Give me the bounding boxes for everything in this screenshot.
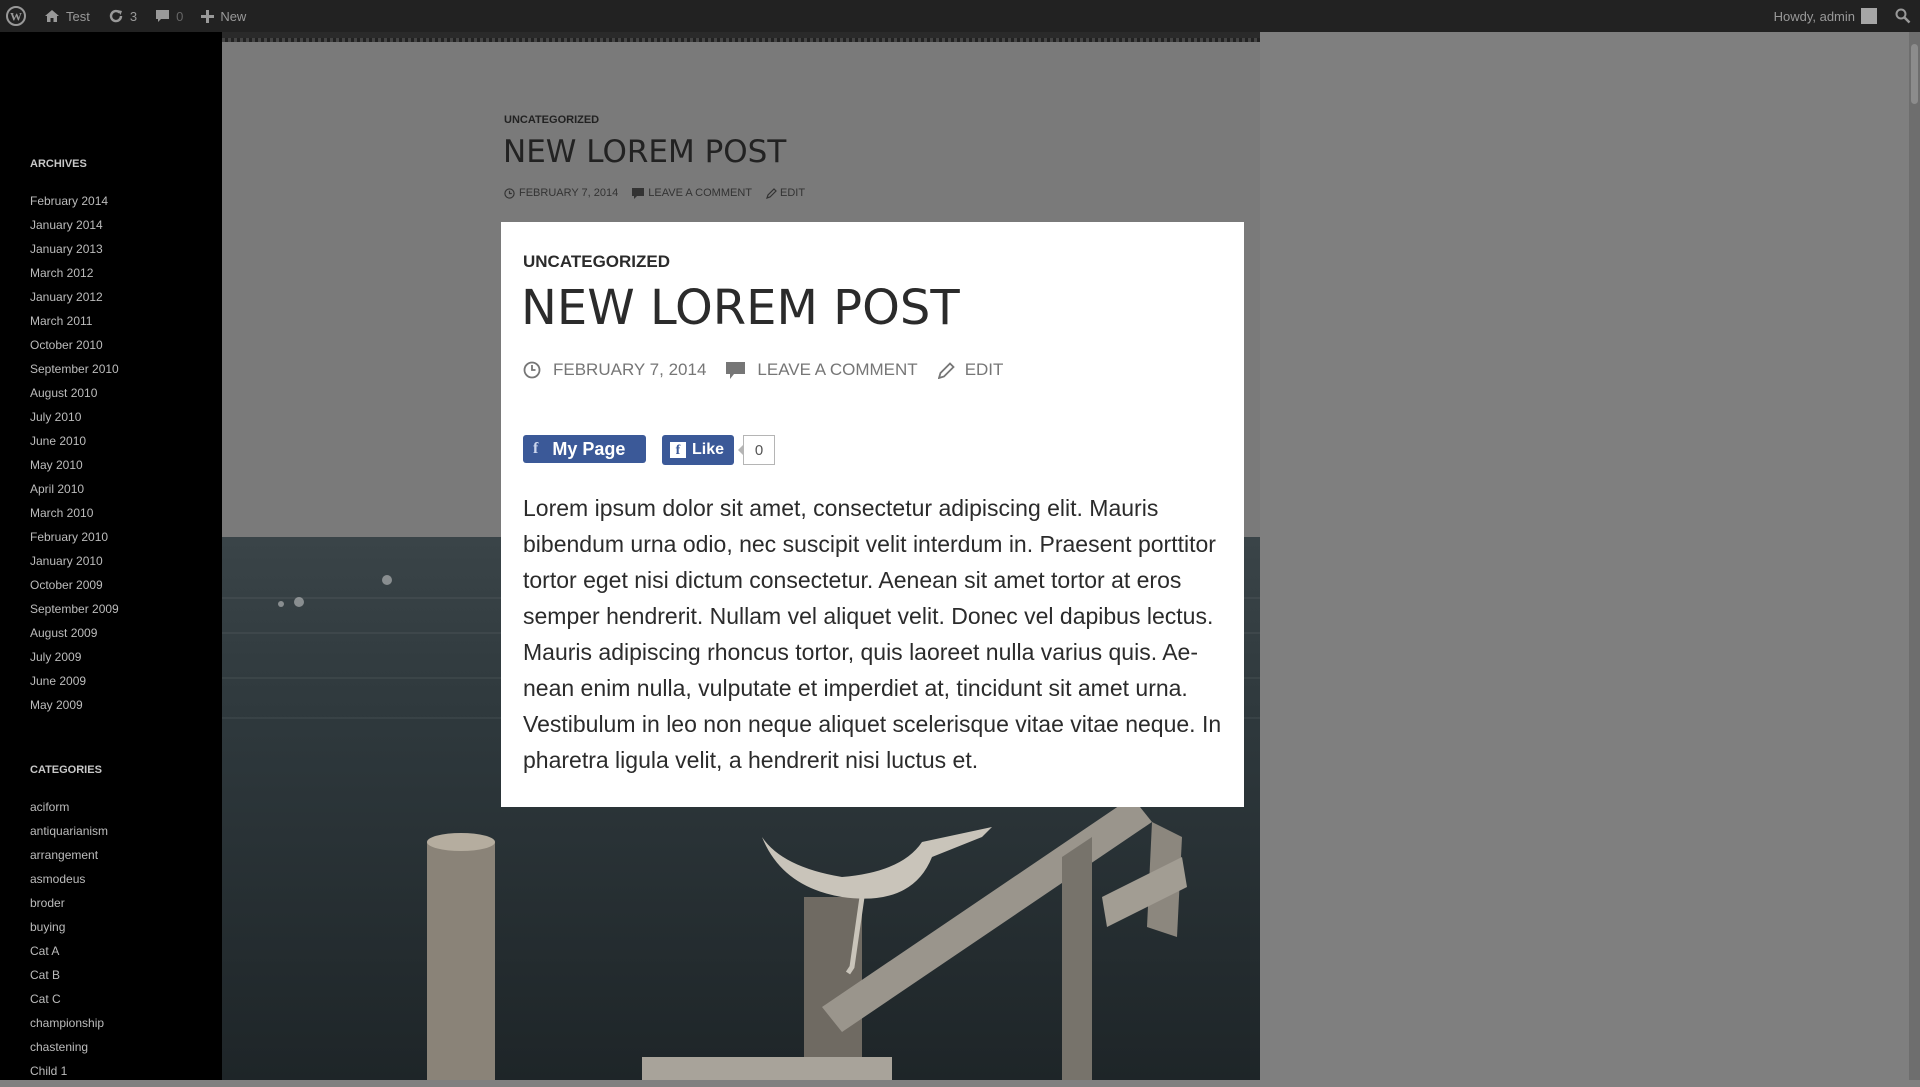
archive-link[interactable]: March 2010 [30, 505, 119, 529]
archive-link[interactable]: September 2009 [30, 601, 119, 625]
facebook-page-label: My Page [552, 438, 626, 459]
svg-text:W: W [10, 10, 22, 24]
post-body: Lorem ipsum dolor sit amet, consectetur … [523, 495, 1222, 773]
pencil-icon [937, 361, 961, 379]
category-link[interactable]: arrangement [30, 847, 108, 871]
post-popup-card: UNCATEGORIZED NEW LOREM POST FEBRUARY 7,… [501, 222, 1244, 807]
archive-link[interactable]: June 2009 [30, 673, 119, 697]
bg-post-edit-link[interactable]: EDIT [780, 187, 805, 199]
comments-link[interactable]: 0 [146, 0, 192, 32]
post-date-link[interactable]: FEBRUARY 7, 2014 [523, 360, 706, 380]
bg-post-category[interactable]: UNCATEGORIZED [504, 114, 599, 126]
site-name-label: Test [66, 8, 90, 24]
archive-link[interactable]: May 2010 [30, 457, 119, 481]
edit-label: EDIT [964, 360, 1004, 379]
archive-link[interactable]: June 2010 [30, 433, 119, 457]
bg-post-date[interactable]: FEBRUARY 7, 2014 [519, 187, 618, 199]
category-link[interactable]: chastening [30, 1039, 108, 1063]
plus-icon [201, 9, 215, 23]
facebook-like-count: 0 [738, 435, 775, 465]
leave-comment-label: LEAVE A COMMENT [757, 360, 918, 379]
post-title[interactable]: NEW LOREM POST [521, 280, 960, 336]
sidebar: ARCHIVES February 2014 January 2014 Januar… [0, 32, 222, 1080]
archive-link[interactable]: January 2014 [30, 217, 119, 241]
categories-heading: CATEGORIES [30, 764, 102, 776]
category-link[interactable]: buying [30, 919, 108, 943]
archive-link[interactable]: March 2011 [30, 313, 119, 337]
archive-link[interactable]: October 2010 [30, 337, 119, 361]
bg-post-meta: FEBRUARY 7, 2014 LEAVE A COMMENT EDIT [504, 187, 805, 199]
post-category-link[interactable]: UNCATEGORIZED [523, 252, 670, 272]
post-date: FEBRUARY 7, 2014 [553, 360, 707, 379]
search-icon[interactable] [1886, 0, 1920, 32]
archives-heading: ARCHIVES [30, 158, 87, 170]
archive-link[interactable]: May 2009 [30, 697, 119, 721]
howdy-label: Howdy, admin [1773, 8, 1855, 24]
archive-link[interactable]: January 2010 [30, 553, 119, 577]
archive-link[interactable]: January 2012 [30, 289, 119, 313]
category-link[interactable]: antiquarianism [30, 823, 108, 847]
comment-icon [726, 361, 751, 379]
scrollbar[interactable] [1909, 32, 1920, 1080]
edit-link[interactable]: EDIT [937, 360, 1004, 380]
new-label: New [220, 8, 247, 24]
category-link[interactable]: broder [30, 895, 108, 919]
archive-link[interactable]: September 2010 [30, 361, 119, 385]
facebook-logo-icon: f [670, 442, 686, 458]
category-link[interactable]: Cat B [30, 967, 108, 991]
archive-link[interactable]: March 2012 [30, 265, 119, 289]
my-account-link[interactable]: Howdy, admin [1765, 0, 1886, 32]
category-link[interactable]: Cat A [30, 943, 108, 967]
updates-link[interactable]: 3 [99, 0, 146, 32]
right-panel [1260, 32, 1909, 1080]
category-link[interactable]: Cat C [30, 991, 108, 1015]
category-link[interactable]: asmodeus [30, 871, 108, 895]
category-link[interactable]: Child 1 [30, 1063, 108, 1087]
category-link[interactable]: aciform [30, 799, 108, 823]
site-name-link[interactable]: Test [35, 0, 99, 32]
facebook-icon: f [533, 440, 539, 457]
comments-count: 0 [176, 8, 184, 24]
bg-post-title[interactable]: NEW LOREM POST [503, 134, 786, 170]
updates-count: 3 [129, 8, 138, 24]
home-icon [44, 9, 60, 23]
wordpress-logo-icon[interactable]: W [0, 0, 35, 32]
facebook-like-label: Like [692, 441, 725, 458]
refresh-icon [108, 8, 124, 24]
comment-icon [155, 9, 170, 23]
category-link[interactable]: championship [30, 1015, 108, 1039]
new-content-link[interactable]: New [192, 0, 255, 32]
avatar [1861, 8, 1877, 24]
pencil-icon [766, 187, 777, 199]
archive-link[interactable]: April 2010 [30, 481, 119, 505]
clock-icon [523, 361, 547, 379]
comment-icon [632, 187, 645, 199]
archive-link[interactable]: August 2010 [30, 385, 119, 409]
categories-list: aciform antiquarianism arrangement asmodeus… [30, 799, 108, 1087]
admin-bar: W Test 3 0 New Howdy, admin [0, 0, 1920, 32]
clock-icon [504, 187, 515, 199]
scrollbar-thumb[interactable] [1911, 44, 1918, 104]
archives-list: February 2014 January 2014 January 2013 Mar… [30, 193, 119, 721]
header-stripes [222, 38, 1260, 42]
archive-link[interactable]: October 2009 [30, 577, 119, 601]
bg-post-comment-link[interactable]: LEAVE A COMMENT [648, 187, 752, 199]
archive-link[interactable]: January 2013 [30, 241, 119, 265]
post-meta: FEBRUARY 7, 2014 LEAVE A COMMENT EDIT [523, 360, 1023, 380]
archive-link[interactable]: February 2014 [30, 193, 119, 217]
archive-link[interactable]: August 2009 [30, 625, 119, 649]
archive-link[interactable]: February 2010 [30, 529, 119, 553]
leave-comment-link[interactable]: LEAVE A COMMENT [726, 360, 918, 380]
archive-link[interactable]: July 2009 [30, 649, 119, 673]
facebook-like-button[interactable]: f Like [662, 435, 734, 465]
facebook-page-button[interactable]: f My Page [523, 435, 646, 463]
archive-link[interactable]: July 2010 [30, 409, 119, 433]
